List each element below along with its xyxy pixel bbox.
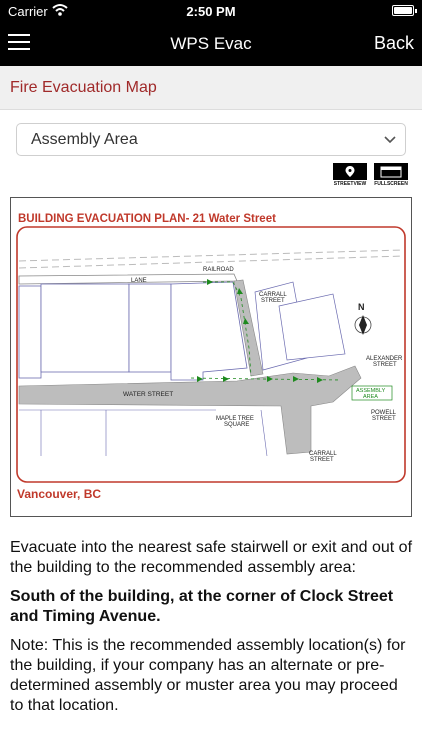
- railroad-line: [18, 249, 404, 262]
- lot-line: [260, 409, 268, 457]
- streetview-button[interactable]: STREETVIEW: [333, 163, 367, 189]
- chevron-down-icon: [384, 136, 396, 144]
- evacuation-map[interactable]: BUILDING EVACUATION PLAN- 21 Water Stree…: [10, 197, 412, 517]
- north-label: N: [358, 302, 365, 312]
- building-outline: [40, 283, 130, 373]
- building-outline: [18, 285, 42, 379]
- lane-label: LANE: [131, 278, 147, 284]
- alexander-street-label-2: STREET: [373, 362, 397, 368]
- evacuation-map-drawing: BUILDING EVACUATION PLAN- 21 Water Stree…: [16, 213, 406, 501]
- app-title: WPS Evac: [170, 34, 252, 53]
- back-button[interactable]: Back: [374, 33, 414, 54]
- map-title: BUILDING EVACUATION PLAN- 21 Water Stree…: [18, 213, 276, 225]
- battery-icon: [392, 5, 417, 16]
- fullscreen-button[interactable]: FULLSCREEN: [372, 163, 410, 189]
- area-select-value: Assembly Area: [31, 131, 138, 148]
- section-header: Fire Evacuation Map: [0, 66, 422, 110]
- status-bar: Carrier 2:50 PM: [0, 0, 422, 22]
- building-outline: [128, 283, 172, 373]
- carrall-street-south-label-2: STREET: [310, 457, 334, 463]
- instructions-text: Evacuate into the nearest safe stairwell…: [10, 539, 413, 576]
- note-text: Note: This is the recommended assembly l…: [10, 637, 406, 714]
- lane-road: [18, 273, 238, 285]
- nav-bar: WPS Evac Back: [0, 22, 422, 66]
- railroad-label: RAILROAD: [203, 267, 234, 273]
- carrall-street-label-2: STREET: [261, 298, 285, 304]
- assembly-area-label-2: AREA: [363, 394, 378, 400]
- map-pin-icon: [333, 163, 367, 180]
- powell-street-label-2: STREET: [372, 416, 396, 422]
- map-city-label: Vancouver, BC: [17, 487, 101, 501]
- building-outline: [278, 293, 346, 361]
- clock: 2:50 PM: [186, 4, 236, 19]
- maple-tree-square-label-2: SQUARE: [224, 422, 249, 428]
- area-select[interactable]: Assembly Area: [16, 123, 406, 156]
- assembly-location-text: South of the building, at the corner of …: [10, 588, 394, 625]
- water-street-label: WATER STREET: [123, 391, 173, 398]
- fullscreen-label: FULLSCREEN: [374, 181, 408, 187]
- streetview-label: STREETVIEW: [333, 181, 367, 187]
- page-title: Fire Evacuation Map: [10, 79, 157, 96]
- fullscreen-icon: [374, 163, 408, 180]
- building-outline: [170, 281, 248, 381]
